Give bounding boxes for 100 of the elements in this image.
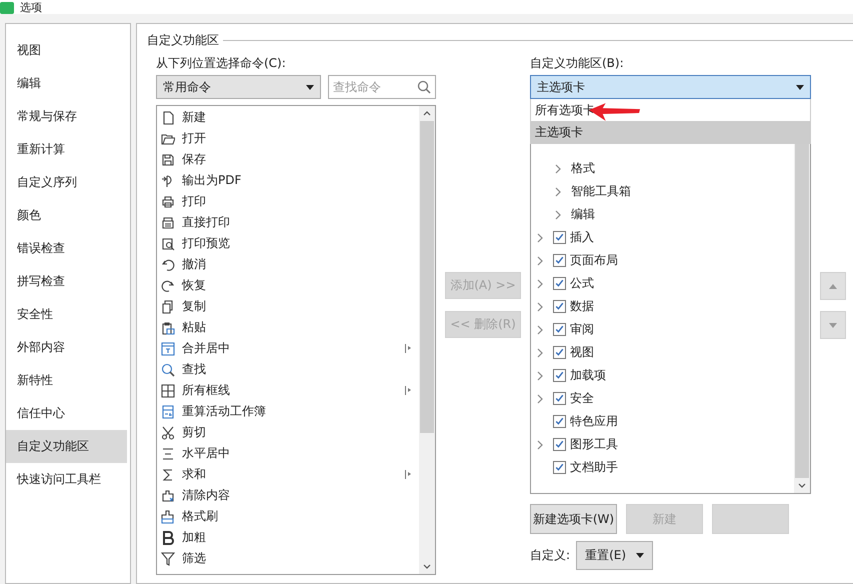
scroll-down-icon[interactable] bbox=[423, 564, 431, 569]
sidebar-item[interactable]: 重新计算 bbox=[6, 133, 127, 166]
tab-button[interactable]: 新建选项卡(W) bbox=[530, 504, 617, 534]
command-item[interactable]: 加粗 bbox=[182, 529, 206, 546]
tree-item[interactable]: 格式 bbox=[571, 160, 595, 177]
sidebar-item[interactable]: 常规与保存 bbox=[6, 100, 127, 133]
scroll-down-icon[interactable] bbox=[798, 483, 806, 488]
move-up-button[interactable] bbox=[820, 272, 846, 300]
checkbox[interactable] bbox=[553, 369, 566, 382]
commands-label: 从下列位置选择命令(C): bbox=[156, 55, 287, 72]
sidebar-item[interactable]: 快速访问工具栏 bbox=[6, 463, 127, 496]
checkbox[interactable] bbox=[553, 231, 566, 244]
sidebar-item[interactable]: 拼写检查 bbox=[6, 265, 127, 298]
ribbon-dropdown[interactable]: 主选项卡 bbox=[530, 75, 811, 99]
command-item[interactable]: 打印 bbox=[182, 193, 206, 210]
ribbon-label: 自定义功能区(B): bbox=[530, 55, 625, 72]
expand-icon[interactable] bbox=[537, 440, 543, 450]
expand-icon[interactable] bbox=[555, 164, 561, 174]
expand-icon[interactable] bbox=[537, 370, 543, 380]
command-item[interactable]: 新建 bbox=[182, 109, 206, 126]
sidebar-item[interactable]: 新特性 bbox=[6, 364, 127, 397]
sidebar-item[interactable]: 自定义序列 bbox=[6, 166, 127, 199]
expand-icon[interactable] bbox=[537, 302, 543, 312]
command-item[interactable]: 保存 bbox=[182, 151, 206, 168]
command-item[interactable]: 直接打印 bbox=[182, 214, 230, 231]
tree-item[interactable]: 编辑 bbox=[571, 206, 595, 223]
reset-button[interactable]: 重置(E) bbox=[576, 541, 654, 570]
sidebar-item[interactable]: 安全性 bbox=[6, 298, 127, 331]
checkbox[interactable] bbox=[553, 415, 566, 428]
command-item[interactable]: 输出为PDF bbox=[182, 172, 242, 189]
undo-icon bbox=[161, 258, 175, 272]
expand-icon[interactable] bbox=[537, 278, 543, 288]
command-item[interactable]: 撤消 bbox=[182, 256, 206, 273]
command-item[interactable]: 恢复 bbox=[182, 277, 206, 294]
command-item[interactable]: 格式刷 bbox=[182, 508, 218, 525]
paste-icon bbox=[161, 320, 175, 334]
command-item[interactable]: 合并居中 bbox=[182, 340, 230, 357]
print-preview-icon bbox=[161, 236, 175, 250]
checkbox[interactable] bbox=[553, 323, 566, 336]
checkbox[interactable] bbox=[553, 277, 566, 290]
window-title: 选项 bbox=[20, 2, 42, 14]
expand-icon[interactable] bbox=[555, 186, 561, 196]
command-item[interactable]: 复制 bbox=[182, 298, 206, 315]
checkbox[interactable] bbox=[553, 254, 566, 267]
sidebar-item[interactable]: 自定义功能区 bbox=[6, 430, 127, 463]
tree-item[interactable]: 特色应用 bbox=[570, 413, 618, 430]
sidebar-item[interactable]: 信任中心 bbox=[6, 397, 127, 430]
checkbox[interactable] bbox=[553, 346, 566, 359]
up-arrow-icon bbox=[829, 284, 837, 288]
tree-item[interactable]: 安全 bbox=[570, 390, 594, 407]
expand-icon[interactable] bbox=[555, 210, 561, 220]
printer-icon bbox=[161, 194, 175, 208]
command-item[interactable]: 清除内容 bbox=[182, 487, 230, 504]
sidebar-item[interactable]: 外部内容 bbox=[6, 331, 127, 364]
command-item[interactable]: 重算活动工作簿 bbox=[182, 403, 266, 420]
expand-icon[interactable] bbox=[537, 394, 543, 404]
sidebar-item[interactable]: 颜色 bbox=[6, 199, 127, 232]
sum-icon bbox=[161, 468, 175, 482]
move-down-button[interactable] bbox=[820, 311, 846, 339]
expand-icon[interactable] bbox=[537, 232, 543, 242]
redo-icon bbox=[161, 278, 175, 292]
command-source-dropdown[interactable]: 常用命令 bbox=[156, 75, 321, 99]
tree-item[interactable]: 文档助手 bbox=[570, 459, 618, 476]
tree-item[interactable]: 图形工具 bbox=[570, 436, 618, 453]
search-field[interactable]: 查找命令 bbox=[328, 75, 436, 99]
command-item[interactable]: 打印预览 bbox=[182, 235, 230, 252]
command-item[interactable]: 求和 bbox=[182, 466, 206, 483]
command-item[interactable]: 打开 bbox=[182, 130, 206, 147]
scroll-up-icon[interactable] bbox=[423, 111, 431, 116]
checkbox[interactable] bbox=[553, 300, 566, 313]
merge-center-icon bbox=[161, 342, 175, 356]
tree-item[interactable]: 视图 bbox=[570, 344, 594, 361]
checkbox[interactable] bbox=[553, 461, 566, 474]
checkbox[interactable] bbox=[553, 392, 566, 405]
tree-item[interactable]: 公式 bbox=[570, 275, 594, 292]
expand-icon[interactable] bbox=[537, 256, 543, 266]
dropdown-option[interactable]: 主选项卡 bbox=[531, 121, 810, 143]
scrollbar[interactable] bbox=[419, 106, 435, 574]
sidebar-item[interactable]: 错误检查 bbox=[6, 232, 127, 265]
tree-item[interactable]: 页面布局 bbox=[570, 252, 618, 269]
search-icon bbox=[161, 362, 175, 376]
checkbox[interactable] bbox=[553, 438, 566, 451]
borders-icon bbox=[161, 384, 175, 398]
tree-item[interactable]: 加载项 bbox=[570, 367, 606, 384]
command-item[interactable]: 查找 bbox=[182, 361, 206, 378]
command-item[interactable]: 水平居中 bbox=[182, 445, 230, 462]
command-item[interactable]: 粘贴 bbox=[182, 319, 206, 336]
tree-item[interactable]: 插入 bbox=[570, 229, 594, 246]
sidebar-item[interactable]: 视图 bbox=[6, 34, 127, 67]
command-item[interactable]: 剪切 bbox=[182, 424, 206, 441]
expand-icon[interactable] bbox=[537, 324, 543, 334]
expand-icon[interactable] bbox=[537, 348, 543, 358]
tree-item[interactable]: 审阅 bbox=[570, 321, 594, 338]
command-item[interactable]: 所有框线 bbox=[182, 382, 230, 399]
sidebar-item[interactable]: 编辑 bbox=[6, 67, 127, 100]
tree-item[interactable]: 数据 bbox=[570, 298, 594, 315]
filter-icon bbox=[161, 552, 175, 566]
command-item[interactable]: 筛选 bbox=[182, 550, 206, 567]
search-icon bbox=[417, 80, 431, 94]
tree-item[interactable]: 智能工具箱 bbox=[571, 183, 631, 200]
